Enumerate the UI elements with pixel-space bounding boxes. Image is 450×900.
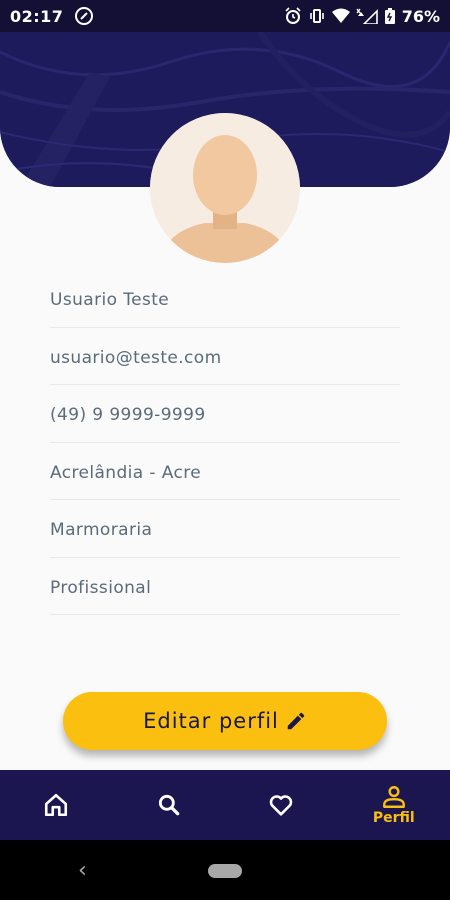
nav-profile-label: Perfil — [372, 809, 415, 826]
profile-category-field: Marmoraria — [50, 500, 400, 558]
avatar-placeholder-icon — [150, 113, 300, 263]
profile-phone-field: (49) 9 9999-9999 — [50, 385, 400, 443]
battery-icon — [384, 8, 395, 24]
data-saver-icon — [75, 7, 94, 25]
profile-email-field: usuario@teste.com — [50, 328, 400, 385]
heart-icon — [270, 795, 293, 816]
search-icon — [158, 794, 180, 816]
system-nav-bar: ‹ — [0, 840, 450, 900]
profile-location: Acrelândia - Acre — [50, 462, 202, 483]
avatar — [150, 113, 300, 263]
edit-profile-button[interactable]: Editar perfil — [63, 692, 387, 750]
bottom-nav: Perfil — [0, 770, 450, 840]
alarm-icon — [285, 7, 301, 24]
vibrate-icon — [309, 9, 324, 23]
nav-profile[interactable]: Perfil — [338, 770, 450, 840]
status-bar: 02:17 76% — [0, 0, 450, 32]
person-icon — [382, 785, 405, 808]
profile-email: usuario@teste.com — [50, 347, 222, 368]
home-pill[interactable] — [208, 864, 242, 878]
edit-profile-label: Editar perfil — [143, 709, 279, 733]
wifi-icon — [331, 8, 350, 23]
back-icon[interactable]: ‹ — [78, 858, 87, 883]
profile-phone: (49) 9 9999-9999 — [50, 405, 206, 426]
profile-name: Usuario Teste — [50, 290, 170, 311]
home-icon — [45, 793, 68, 817]
profile-fields: Usuario Teste usuario@teste.com (49) 9 9… — [50, 270, 400, 615]
status-time: 02:17 — [10, 6, 64, 26]
nav-home[interactable] — [0, 770, 113, 840]
nav-search[interactable] — [113, 770, 226, 840]
profile-location-field: Acrelândia - Acre — [50, 443, 400, 500]
signal-icon — [356, 8, 378, 24]
profile-name-field: Usuario Teste — [50, 270, 400, 328]
battery-percent: 76% — [401, 6, 440, 26]
pencil-icon — [287, 712, 305, 730]
profile-type: Profissional — [50, 577, 152, 598]
profile-type-field: Profissional — [50, 558, 400, 615]
status-icons: 76% — [284, 7, 440, 26]
profile-category: Marmoraria — [50, 520, 153, 541]
nav-favorites[interactable] — [225, 770, 338, 840]
